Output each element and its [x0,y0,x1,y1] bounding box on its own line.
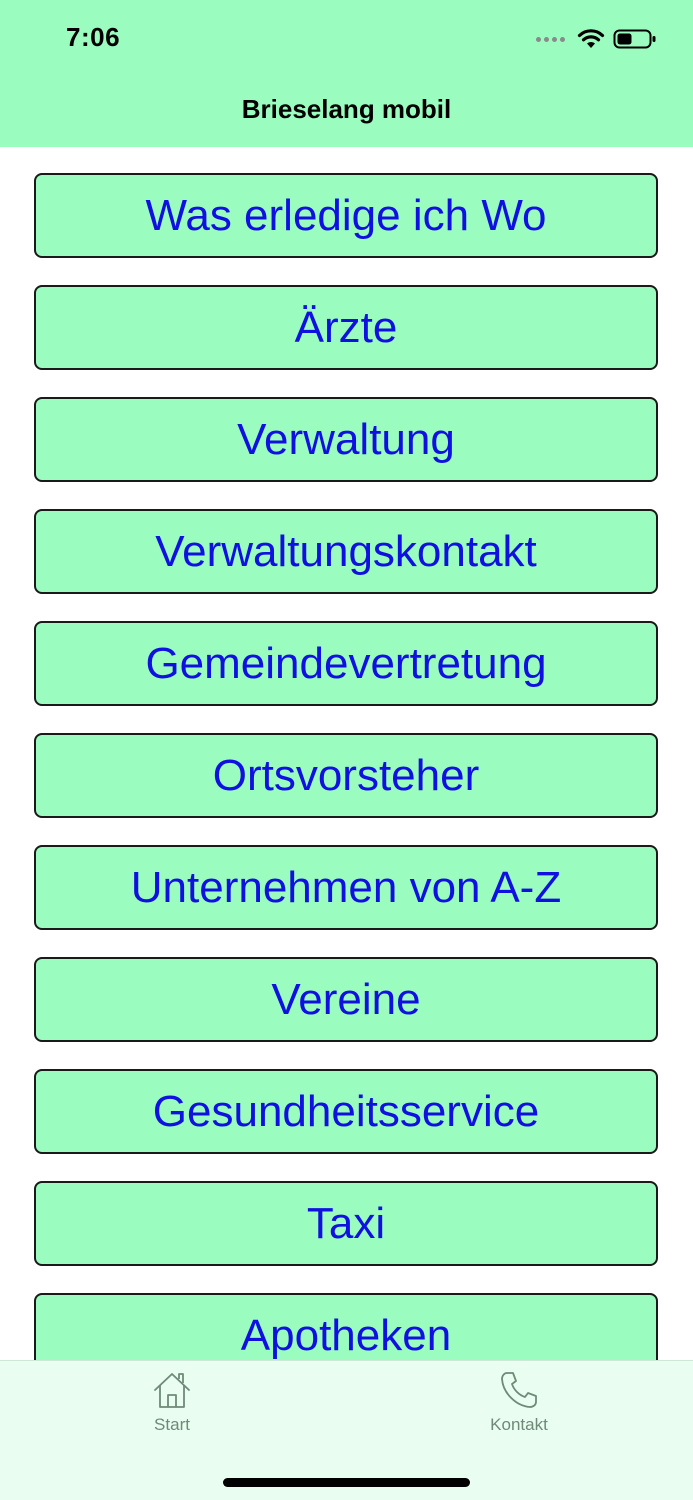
house-icon [154,1373,190,1408]
menu-button-apotheken[interactable]: Apotheken [34,1293,658,1360]
menu-button-verwaltungskontakt[interactable]: Verwaltungskontakt [34,509,658,594]
tab-kontakt-label: Kontakt [490,1415,548,1434]
cellular-signal-icon [536,36,565,42]
menu-button-taxi[interactable]: Taxi [34,1181,658,1266]
menu-button-verwaltung[interactable]: Verwaltung [34,397,658,482]
menu-button-vereine[interactable]: Vereine [34,957,658,1042]
menu-button-ortsvorsteher[interactable]: Ortsvorsteher [34,733,658,818]
menu-button-gemeindevertretung[interactable]: Gemeindevertretung [34,621,658,706]
menu-button-was-erledige-ich-wo[interactable]: Was erledige ich Wo [34,173,658,258]
battery-icon [613,29,656,49]
menu-list[interactable]: Was erledige ich Wo Ärzte Verwaltung Ver… [0,147,693,1360]
status-time: 7:06 [66,22,121,52]
wifi-icon [577,29,605,48]
phone-icon [501,1372,537,1408]
tab-start-label: Start [154,1415,190,1434]
status-icons [536,24,657,54]
menu-button-gesundheitsservice[interactable]: Gesundheitsservice [34,1069,658,1154]
page-title: Brieselang mobil [241,94,452,124]
app-header: 7:06 Brieselang mobil [0,0,693,147]
tab-kontakt[interactable]: Kontakt [449,1369,589,1449]
menu-button-unternehmen-von-a-z[interactable]: Unternehmen von A-Z [34,845,658,930]
menu-button-aerzte[interactable]: Ärzte [34,285,658,370]
tab-start[interactable]: Start [102,1369,242,1449]
home-indicator[interactable] [223,1478,470,1487]
